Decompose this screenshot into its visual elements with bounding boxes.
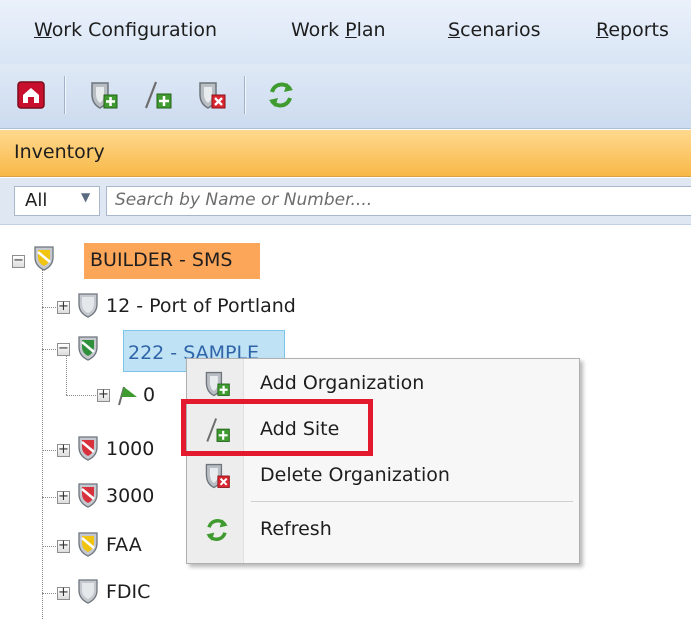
- menu-text: eports: [608, 19, 669, 41]
- menu-item-label: Delete Organization: [260, 464, 450, 486]
- search-placeholder: Search by Name or Number....: [115, 190, 373, 210]
- inventory-title: Inventory: [14, 141, 105, 163]
- callout-highlight-box: [181, 399, 373, 456]
- menu-mnemonic: R: [596, 19, 609, 41]
- shield-icon: [78, 483, 98, 508]
- add-organization-button[interactable]: [86, 78, 120, 112]
- chevron-down-icon: ▼: [81, 190, 91, 204]
- shield-icon: [78, 436, 98, 461]
- root-node[interactable]: BUILDER - SMS: [84, 243, 260, 279]
- menu-mnemonic: P: [345, 19, 357, 41]
- menu-item-delete-organization[interactable]: Delete Organization: [187, 453, 579, 499]
- menu-mnemonic: W: [34, 19, 52, 41]
- refresh-button[interactable]: [264, 78, 298, 112]
- menu-text: ork Configuration: [51, 19, 218, 41]
- menu-item-label: Refresh: [260, 518, 332, 540]
- toolbar: [0, 64, 691, 129]
- tree-connector: [42, 349, 58, 350]
- shield-icon: [78, 579, 98, 604]
- home-icon: [17, 81, 45, 109]
- tree-connector: [42, 546, 58, 547]
- context-menu-separator: [251, 501, 573, 502]
- menu-text: lan: [356, 19, 386, 41]
- menu-text: cenarios: [460, 19, 541, 41]
- toolbar-separator: [64, 76, 66, 114]
- filter-selected: All: [25, 190, 48, 211]
- menu-text: Work: [291, 19, 346, 41]
- tree-node-label: BUILDER - SMS: [90, 249, 233, 271]
- collapse-toggle[interactable]: −: [12, 253, 25, 268]
- context-menu: Add Organization Add Site Delete Organiz…: [186, 358, 580, 564]
- tree-node-label[interactable]: FAA: [106, 534, 142, 556]
- tree-connector: [42, 593, 58, 594]
- search-input[interactable]: Search by Name or Number....: [106, 186, 691, 216]
- menu-scenarios[interactable]: Scenarios: [448, 19, 541, 41]
- expand-toggle[interactable]: +: [97, 387, 110, 402]
- tree-connector: [42, 497, 58, 498]
- tree-connector: [66, 395, 98, 396]
- tree-connector: [42, 307, 58, 308]
- tree-node-label[interactable]: FDIC: [106, 581, 150, 603]
- collapse-toggle[interactable]: −: [57, 341, 70, 356]
- add-organization-icon: [205, 371, 230, 397]
- expand-toggle[interactable]: +: [57, 585, 70, 600]
- home-button[interactable]: [14, 78, 48, 112]
- shield-icon: [34, 246, 54, 271]
- add-organization-icon: [91, 82, 118, 109]
- tree-node-label[interactable]: 1000: [106, 438, 154, 460]
- shield-icon: [78, 532, 98, 557]
- delete-organization-button[interactable]: [194, 78, 228, 112]
- refresh-icon: [206, 519, 228, 541]
- inventory-header: Inventory: [0, 130, 691, 177]
- toolbar-separator: [244, 76, 246, 114]
- delete-organization-icon: [205, 463, 230, 489]
- refresh-icon: [269, 82, 293, 108]
- tree-connector: [42, 269, 43, 619]
- filter-bar: All ▼ Search by Name or Number....: [0, 178, 691, 225]
- tree-connector: [42, 450, 58, 451]
- filter-dropdown[interactable]: All ▼: [14, 186, 100, 216]
- menu-item-label: Add Organization: [260, 372, 425, 394]
- add-site-button[interactable]: [140, 78, 174, 112]
- flag-icon: [118, 386, 137, 406]
- menu-mnemonic: S: [448, 19, 461, 41]
- shield-icon: [78, 293, 98, 318]
- menu-work-plan[interactable]: Work Plan: [291, 19, 386, 41]
- delete-organization-icon: [199, 82, 226, 109]
- expand-toggle[interactable]: +: [57, 299, 70, 314]
- menu-item-refresh[interactable]: Refresh: [187, 507, 579, 553]
- expand-toggle[interactable]: +: [57, 442, 70, 457]
- expand-toggle[interactable]: +: [57, 489, 70, 504]
- menu-work-configuration[interactable]: Work Configuration: [34, 19, 217, 41]
- tree-node-label[interactable]: 0: [143, 384, 155, 406]
- tree-node-label[interactable]: 3000: [106, 485, 154, 507]
- add-site-icon: [144, 81, 172, 109]
- shield-icon: [78, 336, 98, 361]
- menu-bar: Work Configuration Work Plan Scenarios R…: [0, 0, 691, 65]
- menu-reports[interactable]: Reports: [596, 19, 669, 41]
- expand-toggle[interactable]: +: [57, 538, 70, 553]
- tree-node-label[interactable]: 12 - Port of Portland: [106, 295, 296, 317]
